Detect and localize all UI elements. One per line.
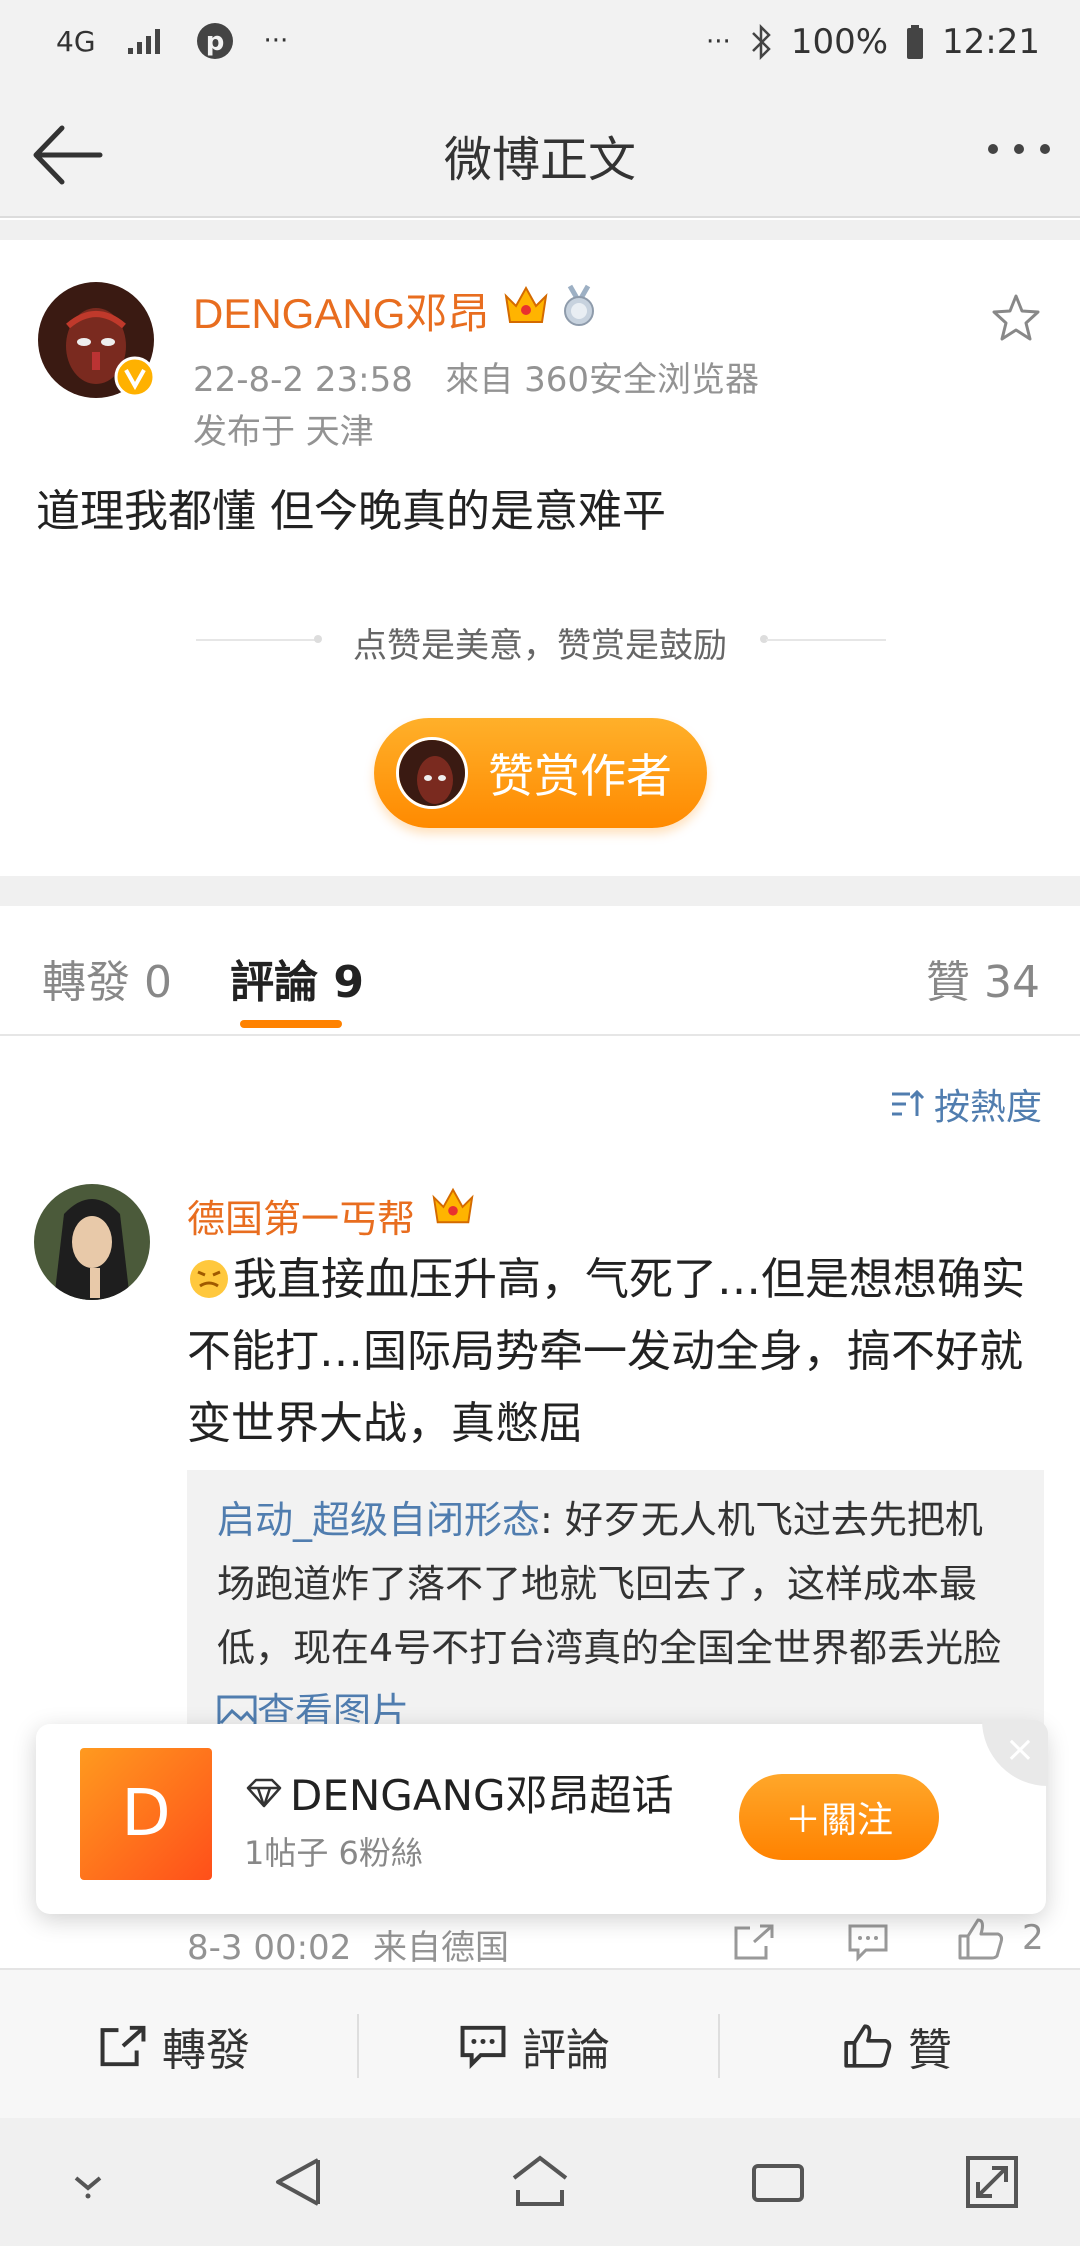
expand-icon[interactable]: [962, 2152, 1022, 2212]
network-icon: 4G: [56, 24, 96, 58]
like-label: 贊: [908, 2025, 952, 2076]
signal-icon: [127, 29, 160, 54]
star-favorite-icon[interactable]: [990, 292, 1042, 344]
divider: [718, 2014, 720, 2078]
like-button[interactable]: 贊: [842, 2014, 952, 2078]
tab-bar: 轉發 0 評論 9 贊 34: [0, 906, 1080, 1036]
more-notifications: ···: [263, 26, 289, 56]
reward-button-label: 赞赏作者: [488, 749, 672, 803]
post-meta: 22-8-2 23:58 來自 360安全浏览器: [193, 352, 759, 401]
dot-icon: [1040, 144, 1050, 154]
bottom-action-bar: 轉發 評論 贊: [0, 1968, 1080, 2118]
tab-repost[interactable]: 轉發 0: [42, 946, 172, 1010]
comment-icon[interactable]: [846, 1922, 890, 1962]
battery-percent: 100%: [790, 22, 889, 62]
divider: [357, 2014, 359, 2078]
status-bar: 4G p ··· ··· 100% 12:21: [0, 0, 1080, 90]
battery-icon: [907, 25, 924, 59]
close-icon[interactable]: ×: [982, 1720, 1048, 1786]
comment-source: 来自德国: [372, 1928, 509, 1968]
comment-text: 我直接血压升高，气死了…但是想想确实不能打…国际局势牵一发动全身，搞不好就变世界…: [187, 1244, 1047, 1460]
tab-indicator: [240, 1020, 342, 1028]
crown-icon: [432, 1187, 474, 1224]
repost-button[interactable]: 轉發: [98, 2014, 250, 2078]
system-nav-bar: [0, 2118, 1080, 2246]
comment-time: 8-3 00:02: [187, 1928, 352, 1968]
bluetooth-icon: [751, 24, 771, 60]
thumbs-up-icon: [844, 2024, 892, 2068]
comment-like-count: 2: [1022, 1918, 1044, 1958]
verified-badge-icon: [114, 356, 156, 398]
commenter-avatar[interactable]: [34, 1184, 150, 1300]
commenter-name[interactable]: 德国第一丐帮: [187, 1188, 415, 1243]
supertopic-logo: D: [80, 1748, 212, 1880]
home-icon[interactable]: [510, 2152, 570, 2212]
post-location: 发布于 天津: [193, 412, 374, 452]
reward-author-button[interactable]: 赞赏作者: [374, 718, 707, 828]
tab-comment[interactable]: 評論 9: [230, 946, 364, 1010]
more-status: ···: [706, 27, 731, 57]
tab-like[interactable]: 贊 34: [926, 946, 1040, 1010]
supertopic-title-text: DENGANG邓昂超话: [290, 1771, 674, 1820]
nav-header: 微博正文: [0, 90, 1080, 218]
author-avatar-small: [396, 737, 468, 809]
comment-button[interactable]: 評論: [458, 2014, 610, 2078]
section-gap: [0, 876, 1080, 906]
crown-icon: [504, 285, 548, 323]
chevron-down-icon[interactable]: [58, 2152, 118, 2212]
commenter-name-text: 德国第一丐帮: [187, 1197, 416, 1241]
reply-content: 启动_超级自闭形态: 好歹无人机飞过去先把机场跑道炸了落不了地就飞回去了，这样成…: [217, 1488, 1017, 1730]
supertopic-title[interactable]: DENGANG邓昂超话: [244, 1762, 674, 1823]
sort-label: 按熱度: [933, 1087, 1042, 1128]
share-icon: [100, 2025, 146, 2067]
sort-button[interactable]: 按熱度: [890, 1078, 1042, 1130]
more-options-button[interactable]: [988, 144, 1050, 154]
comment-text-content: 我直接血压升高，气死了…但是想想确实不能打…国际局势牵一发动全身，搞不好就变世界…: [187, 1254, 1025, 1449]
section-gap: [0, 220, 1080, 240]
svg-text:p: p: [205, 27, 224, 57]
divider: [766, 639, 886, 641]
medal-icon: [564, 284, 594, 326]
reward-hint: 点赞是美意，赞赏是鼓励: [353, 626, 727, 666]
thumbs-up-icon[interactable]: [956, 1916, 1006, 1962]
supertopic-popup: D DENGANG邓昂超话 1帖子 6粉絲 ＋關注 ×: [36, 1720, 1048, 1914]
post-timestamp: 22-8-2 23:58: [193, 360, 413, 400]
dot-icon: [988, 144, 998, 154]
post-content: 道理我都懂 但今晚真的是意难平: [36, 486, 666, 537]
sort-icon: [891, 1089, 925, 1116]
dot-icon: [1014, 144, 1024, 154]
clock: 12:21: [942, 22, 1040, 62]
share-icon[interactable]: [732, 1922, 776, 1962]
reply-user[interactable]: 启动_超级自闭形态: [217, 1498, 540, 1542]
follow-button[interactable]: ＋關注: [739, 1774, 939, 1860]
author-name[interactable]: DENGANG邓昂: [193, 280, 489, 341]
diamond-icon: [246, 1778, 282, 1807]
recents-icon[interactable]: [748, 2152, 808, 2212]
repost-label: 轉發: [162, 2025, 250, 2076]
comment-icon: [460, 2025, 506, 2069]
page-title: 微博正文: [443, 132, 636, 188]
post-source: 來自 360安全浏览器: [445, 360, 759, 400]
comment-meta: 8-3 00:02 来自德国: [187, 1920, 509, 1969]
back-nav-icon[interactable]: [270, 2152, 330, 2212]
comment-label: 評論: [522, 2025, 610, 2076]
reply-box[interactable]: 启动_超级自闭形态: 好歹无人机飞过去先把机场跑道炸了落不了地就飞回去了，这样成…: [187, 1470, 1044, 1730]
pinterest-icon: p: [196, 23, 233, 59]
supertopic-stats: 1帖子 6粉絲: [244, 1834, 423, 1872]
